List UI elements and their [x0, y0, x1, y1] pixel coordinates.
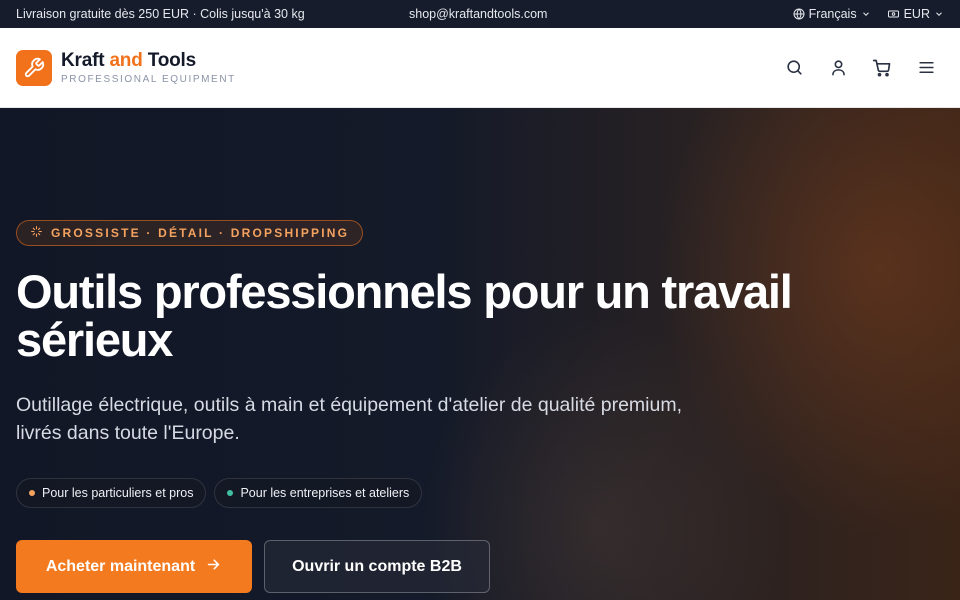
wrench-icon	[16, 49, 52, 86]
top-bar: Livraison gratuite dès 250 EUR · Colis j…	[0, 0, 960, 28]
brand-logo-link[interactable]: Kraft and Tools PROFESSIONAL EQUIPMENT	[16, 49, 236, 86]
arrow-right-icon	[205, 556, 222, 578]
status-dot	[29, 490, 35, 496]
currency-selector[interactable]: EUR	[887, 7, 944, 21]
sparkles-icon	[30, 225, 43, 241]
open-b2b-account-label: Ouvrir un compte B2B	[292, 557, 462, 575]
status-dot	[227, 490, 234, 496]
brand-name: Kraft and Tools	[61, 49, 196, 71]
shipping-info: Livraison gratuite dès 250 EUR · Colis j…	[16, 7, 305, 21]
site-header: Kraft and Tools PROFESSIONAL EQUIPMENT	[0, 28, 960, 108]
language-selector[interactable]: Français	[793, 7, 871, 21]
menu-icon[interactable]	[914, 56, 938, 80]
hero-subtitle: Outillage électrique, outils à main et é…	[16, 394, 683, 444]
banknote-icon	[887, 8, 900, 20]
open-b2b-account-button[interactable]: Ouvrir un compte B2B	[264, 540, 490, 593]
user-icon[interactable]	[826, 56, 850, 80]
hero-title: Outils professionnels pour un travail sé…	[16, 265, 793, 366]
audience-pills: Pour les particuliers et pros Pour les e…	[16, 478, 423, 508]
pill-label: Pour les entreprises et ateliers	[240, 486, 410, 500]
currency-label: EUR	[903, 7, 930, 21]
cart-icon[interactable]	[870, 56, 894, 80]
shop-now-button[interactable]: Acheter maintenant	[16, 540, 252, 593]
search-icon[interactable]	[782, 56, 806, 80]
hero-section: GROSSISTE · DÉTAIL · DROPSHIPPING Outils…	[0, 108, 960, 600]
shop-now-label: Acheter maintenant	[45, 557, 196, 575]
hero-badge-text: GROSSISTE · DÉTAIL · DROPSHIPPING	[51, 226, 350, 240]
audience-pill-individuals: Pour les particuliers et pros	[16, 478, 207, 508]
globe-icon	[793, 8, 805, 20]
audience-pill-businesses: Pour les entreprises et ateliers	[214, 478, 423, 508]
contact-email-link[interactable]: shop@kraftandtools.com	[409, 7, 547, 21]
language-label: Français	[808, 7, 857, 21]
pill-label: Pour les particuliers et pros	[42, 486, 194, 500]
chevron-down-icon	[934, 9, 944, 19]
hero-badge: GROSSISTE · DÉTAIL · DROPSHIPPING	[16, 220, 364, 246]
brand-tagline: PROFESSIONAL EQUIPMENT	[61, 73, 236, 85]
chevron-down-icon	[861, 9, 871, 19]
